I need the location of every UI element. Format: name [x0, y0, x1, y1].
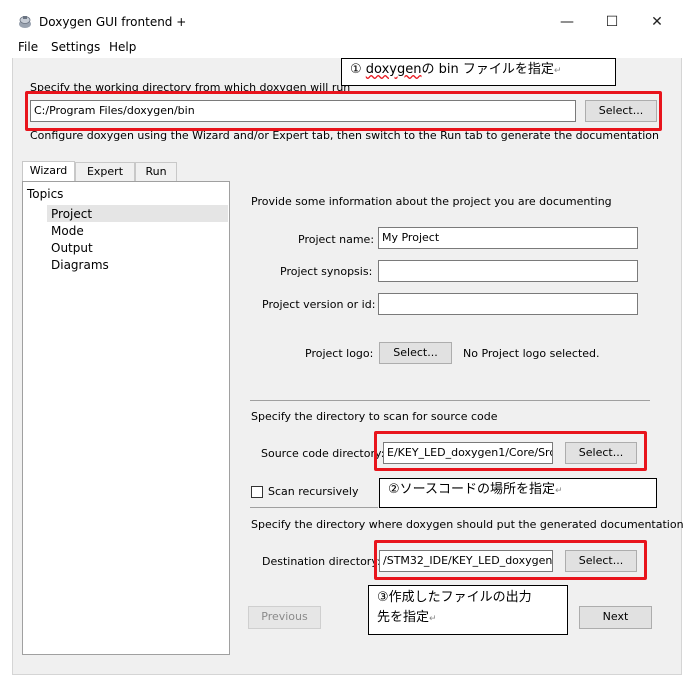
tab-wizard[interactable]: Wizard	[22, 161, 75, 181]
note3-line1: ③作成したファイルの出力	[377, 590, 532, 605]
project-logo-status: No Project logo selected.	[463, 347, 600, 360]
doxygen-app-icon	[18, 15, 32, 29]
note3-line2: 先を指定	[377, 610, 430, 625]
project-logo-select-button[interactable]: Select...	[379, 342, 452, 364]
title-bar: Doxygen GUI frontend + — ☐ ✕	[12, 6, 682, 38]
next-button[interactable]: Next	[579, 606, 652, 629]
project-intro: Provide some information about the proje…	[251, 195, 612, 208]
return-mark-icon: ↵	[553, 66, 562, 76]
separator-1	[250, 400, 650, 401]
tab-expert[interactable]: Expert	[75, 162, 135, 181]
minimize-icon[interactable]: —	[547, 10, 587, 34]
maximize-icon[interactable]: ☐	[592, 10, 632, 34]
annotation-note-1: ① doxygenの bin ファイルを指定↵	[341, 58, 616, 86]
previous-button[interactable]: Previous	[248, 606, 321, 629]
source-intro: Specify the directory to scan for source…	[251, 410, 498, 423]
return-mark-icon: ↵	[429, 614, 437, 624]
menu-settings[interactable]: Settings	[51, 40, 100, 54]
menu-file[interactable]: File	[18, 40, 38, 54]
separator-2	[250, 507, 378, 508]
project-name-input[interactable]: My Project	[378, 227, 638, 249]
topic-item-project[interactable]: Project	[51, 207, 92, 221]
window-title: Doxygen GUI frontend +	[39, 15, 187, 29]
source-dir-label: Source code directory:	[261, 447, 385, 460]
topic-item-diagrams[interactable]: Diagrams	[51, 258, 109, 272]
scan-recursively-checkbox[interactable]	[251, 486, 263, 498]
project-synopsis-input[interactable]	[378, 260, 638, 282]
return-mark-icon: ↵	[555, 486, 563, 496]
scan-recursively-label: Scan recursively	[268, 485, 359, 498]
topic-item-mode[interactable]: Mode	[51, 224, 84, 238]
destination-dir-label: Destination directory:	[262, 555, 381, 568]
highlight-box-source-dir	[374, 431, 647, 471]
topic-item-output[interactable]: Output	[51, 241, 93, 255]
annotation-note-2: ②ソースコードの場所を指定↵	[379, 478, 657, 508]
topics-header: Topics	[27, 187, 64, 201]
configure-hint: Configure doxygen using the Wizard and/o…	[30, 129, 659, 142]
project-synopsis-label: Project synopsis:	[280, 265, 373, 278]
close-icon[interactable]: ✕	[637, 10, 677, 34]
project-version-label: Project version or id:	[262, 298, 376, 311]
note1-number: ①	[350, 62, 362, 77]
project-logo-label: Project logo:	[305, 347, 374, 360]
note1-text: の bin ファイルを指定	[421, 62, 554, 77]
highlight-box-working-dir	[25, 91, 662, 131]
menu-bar: File Settings Help	[12, 38, 682, 58]
project-version-input[interactable]	[378, 293, 638, 315]
project-name-label: Project name:	[298, 233, 375, 246]
annotation-note-3: ③作成したファイルの出力 先を指定↵	[368, 585, 568, 635]
highlight-box-destination-dir	[374, 540, 647, 580]
note1-word: doxygen	[365, 62, 422, 77]
destination-intro: Specify the directory where doxygen shou…	[251, 518, 684, 531]
tab-run[interactable]: Run	[135, 162, 177, 181]
note2-text: ②ソースコードの場所を指定	[388, 482, 556, 497]
menu-help[interactable]: Help	[109, 40, 136, 54]
